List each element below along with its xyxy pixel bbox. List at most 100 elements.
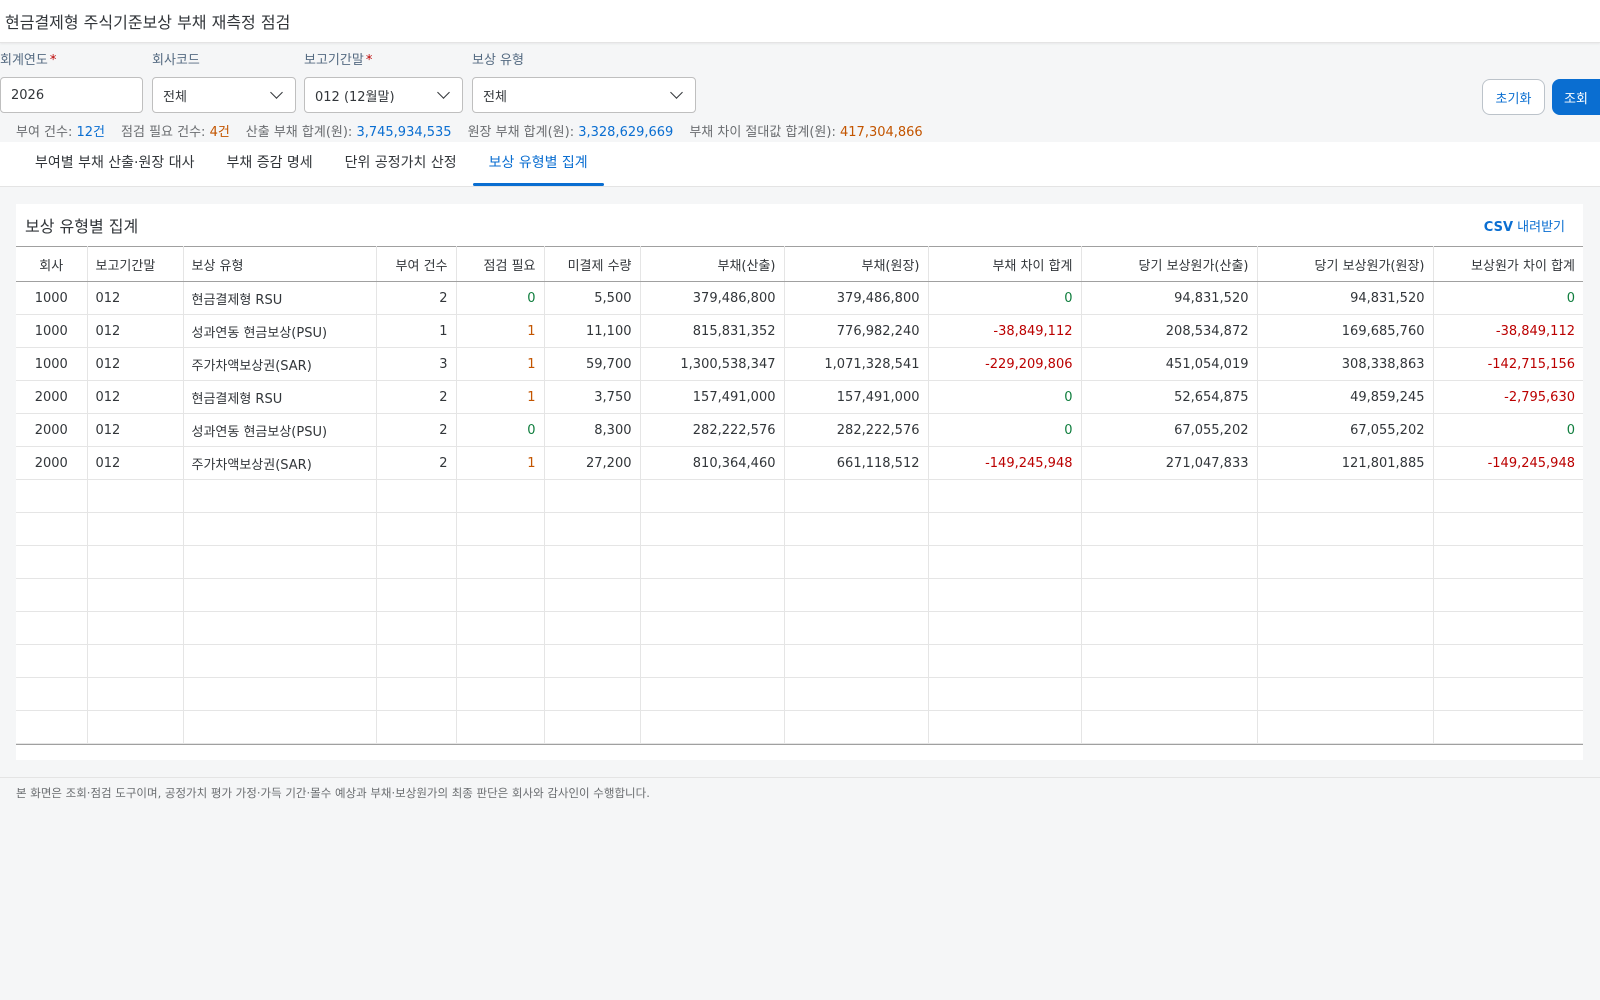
tab-unit-fair-value[interactable]: 단위 공정가치 산정 [329, 142, 473, 186]
cell-liab-ledger: 379,486,800 [784, 281, 929, 315]
empty-cell [1081, 512, 1258, 546]
fiscal-year-field: 회계연도 * 2026 [0, 51, 143, 113]
empty-cell [1257, 677, 1434, 711]
period-field: 보고기간말 * 012 (12월말) [304, 51, 463, 113]
cell-cost-calc: 52,654,875 [1081, 380, 1258, 414]
col-grants[interactable]: 부여 건수 [376, 246, 457, 282]
empty-cell [784, 644, 929, 678]
col-period[interactable]: 보고기간말 [87, 246, 184, 282]
empty-cell [376, 545, 457, 579]
shell-bar: 현금결제형 주식기준보상 부채 재측정 점검 [0, 0, 1600, 43]
empty-cell [928, 710, 1082, 744]
cell-liab-diff: 0 [928, 281, 1082, 315]
empty-cell [1081, 479, 1258, 513]
empty-cell [928, 611, 1082, 645]
empty-cell [87, 512, 184, 546]
cell-qty: 5,500 [544, 281, 641, 315]
cell-cost-ledger: 308,338,863 [1257, 347, 1434, 381]
table-row[interactable]: 1000 012 현금결제형 RSU 2 0 5,500 379,486,800 379,48… [16, 281, 1583, 315]
tab-liability-movement[interactable]: 부채 증감 명세 [210, 142, 328, 186]
col-check[interactable]: 점검 필요 [456, 246, 545, 282]
calc-liability-total: 산출 부채 합계(원): 3,745,934,535 [245, 124, 452, 140]
cell-liab-ledger: 1,071,328,541 [784, 347, 929, 381]
cell-type: 성과연동 현금보상(PSU) [183, 314, 377, 348]
table-row[interactable]: 2000 012 현금결제형 RSU 2 1 3,750 157,491,000 157,49… [16, 380, 1583, 414]
empty-cell [928, 644, 1082, 678]
panel-title: 보상 유형별 집계 [25, 217, 139, 236]
empty-cell [544, 545, 641, 579]
empty-row [16, 479, 1583, 513]
empty-cell [456, 578, 545, 612]
empty-cell [16, 677, 88, 711]
empty-cell [456, 512, 545, 546]
cell-grants: 2 [376, 446, 457, 480]
col-company[interactable]: 회사 [16, 246, 88, 282]
cell-company: 2000 [16, 413, 88, 447]
col-liab-calc[interactable]: 부채(산출) [640, 246, 785, 282]
comp-type-field: 보상 유형 전체 [472, 51, 696, 113]
cell-liab-calc: 1,300,538,347 [640, 347, 785, 381]
col-liab-diff[interactable]: 부채 차이 합계 [928, 246, 1082, 282]
empty-cell [376, 578, 457, 612]
cell-liab-ledger: 661,118,512 [784, 446, 929, 480]
empty-cell [544, 512, 641, 546]
col-qty[interactable]: 미결제 수량 [544, 246, 641, 282]
tab-bar: 부여별 부채 산출·원장 대사 부채 증감 명세 단위 공정가치 산정 보상 유… [0, 142, 1600, 187]
grant-count: 부여 건수: 12건 [16, 124, 106, 140]
comp-type-label: 보상 유형 [472, 53, 524, 68]
empty-cell [376, 512, 457, 546]
tab-type-summary[interactable]: 보상 유형별 집계 [472, 142, 604, 186]
cell-liab-calc: 810,364,460 [640, 446, 785, 480]
cell-period: 012 [87, 413, 184, 447]
reset-button[interactable]: 초기화 [1482, 79, 1545, 115]
cell-company: 1000 [16, 281, 88, 315]
company-code-label: 회사코드 [152, 53, 200, 68]
cell-liab-ledger: 282,222,576 [784, 413, 929, 447]
empty-cell [544, 677, 641, 711]
col-type[interactable]: 보상 유형 [183, 246, 377, 282]
cell-check: 1 [456, 314, 545, 348]
empty-cell [183, 677, 377, 711]
empty-cell [640, 677, 785, 711]
table-row[interactable]: 1000 012 주가차액보상권(SAR) 3 1 59,700 1,300,538,347… [16, 347, 1583, 381]
empty-row [16, 677, 1583, 711]
empty-cell [87, 677, 184, 711]
table-row[interactable]: 2000 012 성과연동 현금보상(PSU) 2 0 8,300 282,222,576 2… [16, 413, 1583, 447]
cell-cost-diff: -38,849,112 [1433, 314, 1583, 348]
empty-cell [928, 479, 1082, 513]
cell-grants: 1 [376, 314, 457, 348]
cell-cost-diff: 0 [1433, 281, 1583, 315]
period-select[interactable]: 012 (12월말) [304, 77, 463, 113]
empty-cell [183, 545, 377, 579]
cell-liab-diff: 0 [928, 380, 1082, 414]
cell-liab-calc: 815,831,352 [640, 314, 785, 348]
empty-cell [544, 578, 641, 612]
company-code-select[interactable]: 전체 [152, 77, 296, 113]
empty-cell [1257, 611, 1434, 645]
fiscal-year-input[interactable]: 2026 [0, 77, 143, 113]
table-row[interactable]: 2000 012 주가차액보상권(SAR) 2 1 27,200 810,364,460 66… [16, 446, 1583, 480]
tab-grant-reconciliation[interactable]: 부여별 부채 산출·원장 대사 [19, 142, 210, 186]
table-row[interactable]: 1000 012 성과연동 현금보상(PSU) 1 1 11,100 815,831,352… [16, 314, 1583, 348]
empty-cell [1081, 545, 1258, 579]
empty-row [16, 578, 1583, 612]
cell-liab-ledger: 157,491,000 [784, 380, 929, 414]
comp-type-select[interactable]: 전체 [472, 77, 696, 113]
empty-cell [87, 710, 184, 744]
empty-cell [640, 710, 785, 744]
cell-qty: 8,300 [544, 413, 641, 447]
empty-cell [87, 644, 184, 678]
cell-type: 주가차액보상권(SAR) [183, 347, 377, 381]
empty-cell [544, 710, 641, 744]
table-bottom-border [16, 744, 1583, 745]
col-cost-diff[interactable]: 보상원가 차이 합계 [1433, 246, 1583, 282]
col-liab-ledger[interactable]: 부채(원장) [784, 246, 929, 282]
empty-cell [1081, 644, 1258, 678]
col-cost-calc[interactable]: 당기 보상원가(산출) [1081, 246, 1258, 282]
csv-download-link[interactable]: CSV 내려받기 [1484, 216, 1565, 235]
empty-cell [16, 611, 88, 645]
search-button[interactable]: 조회 [1552, 79, 1600, 115]
col-cost-ledger[interactable]: 당기 보상원가(원장) [1257, 246, 1434, 282]
filter-bar: 회계연도 * 2026 회사코드 전체 보고기간말 * 012 (12월말) 보상 … [0, 43, 1600, 115]
empty-cell [376, 710, 457, 744]
